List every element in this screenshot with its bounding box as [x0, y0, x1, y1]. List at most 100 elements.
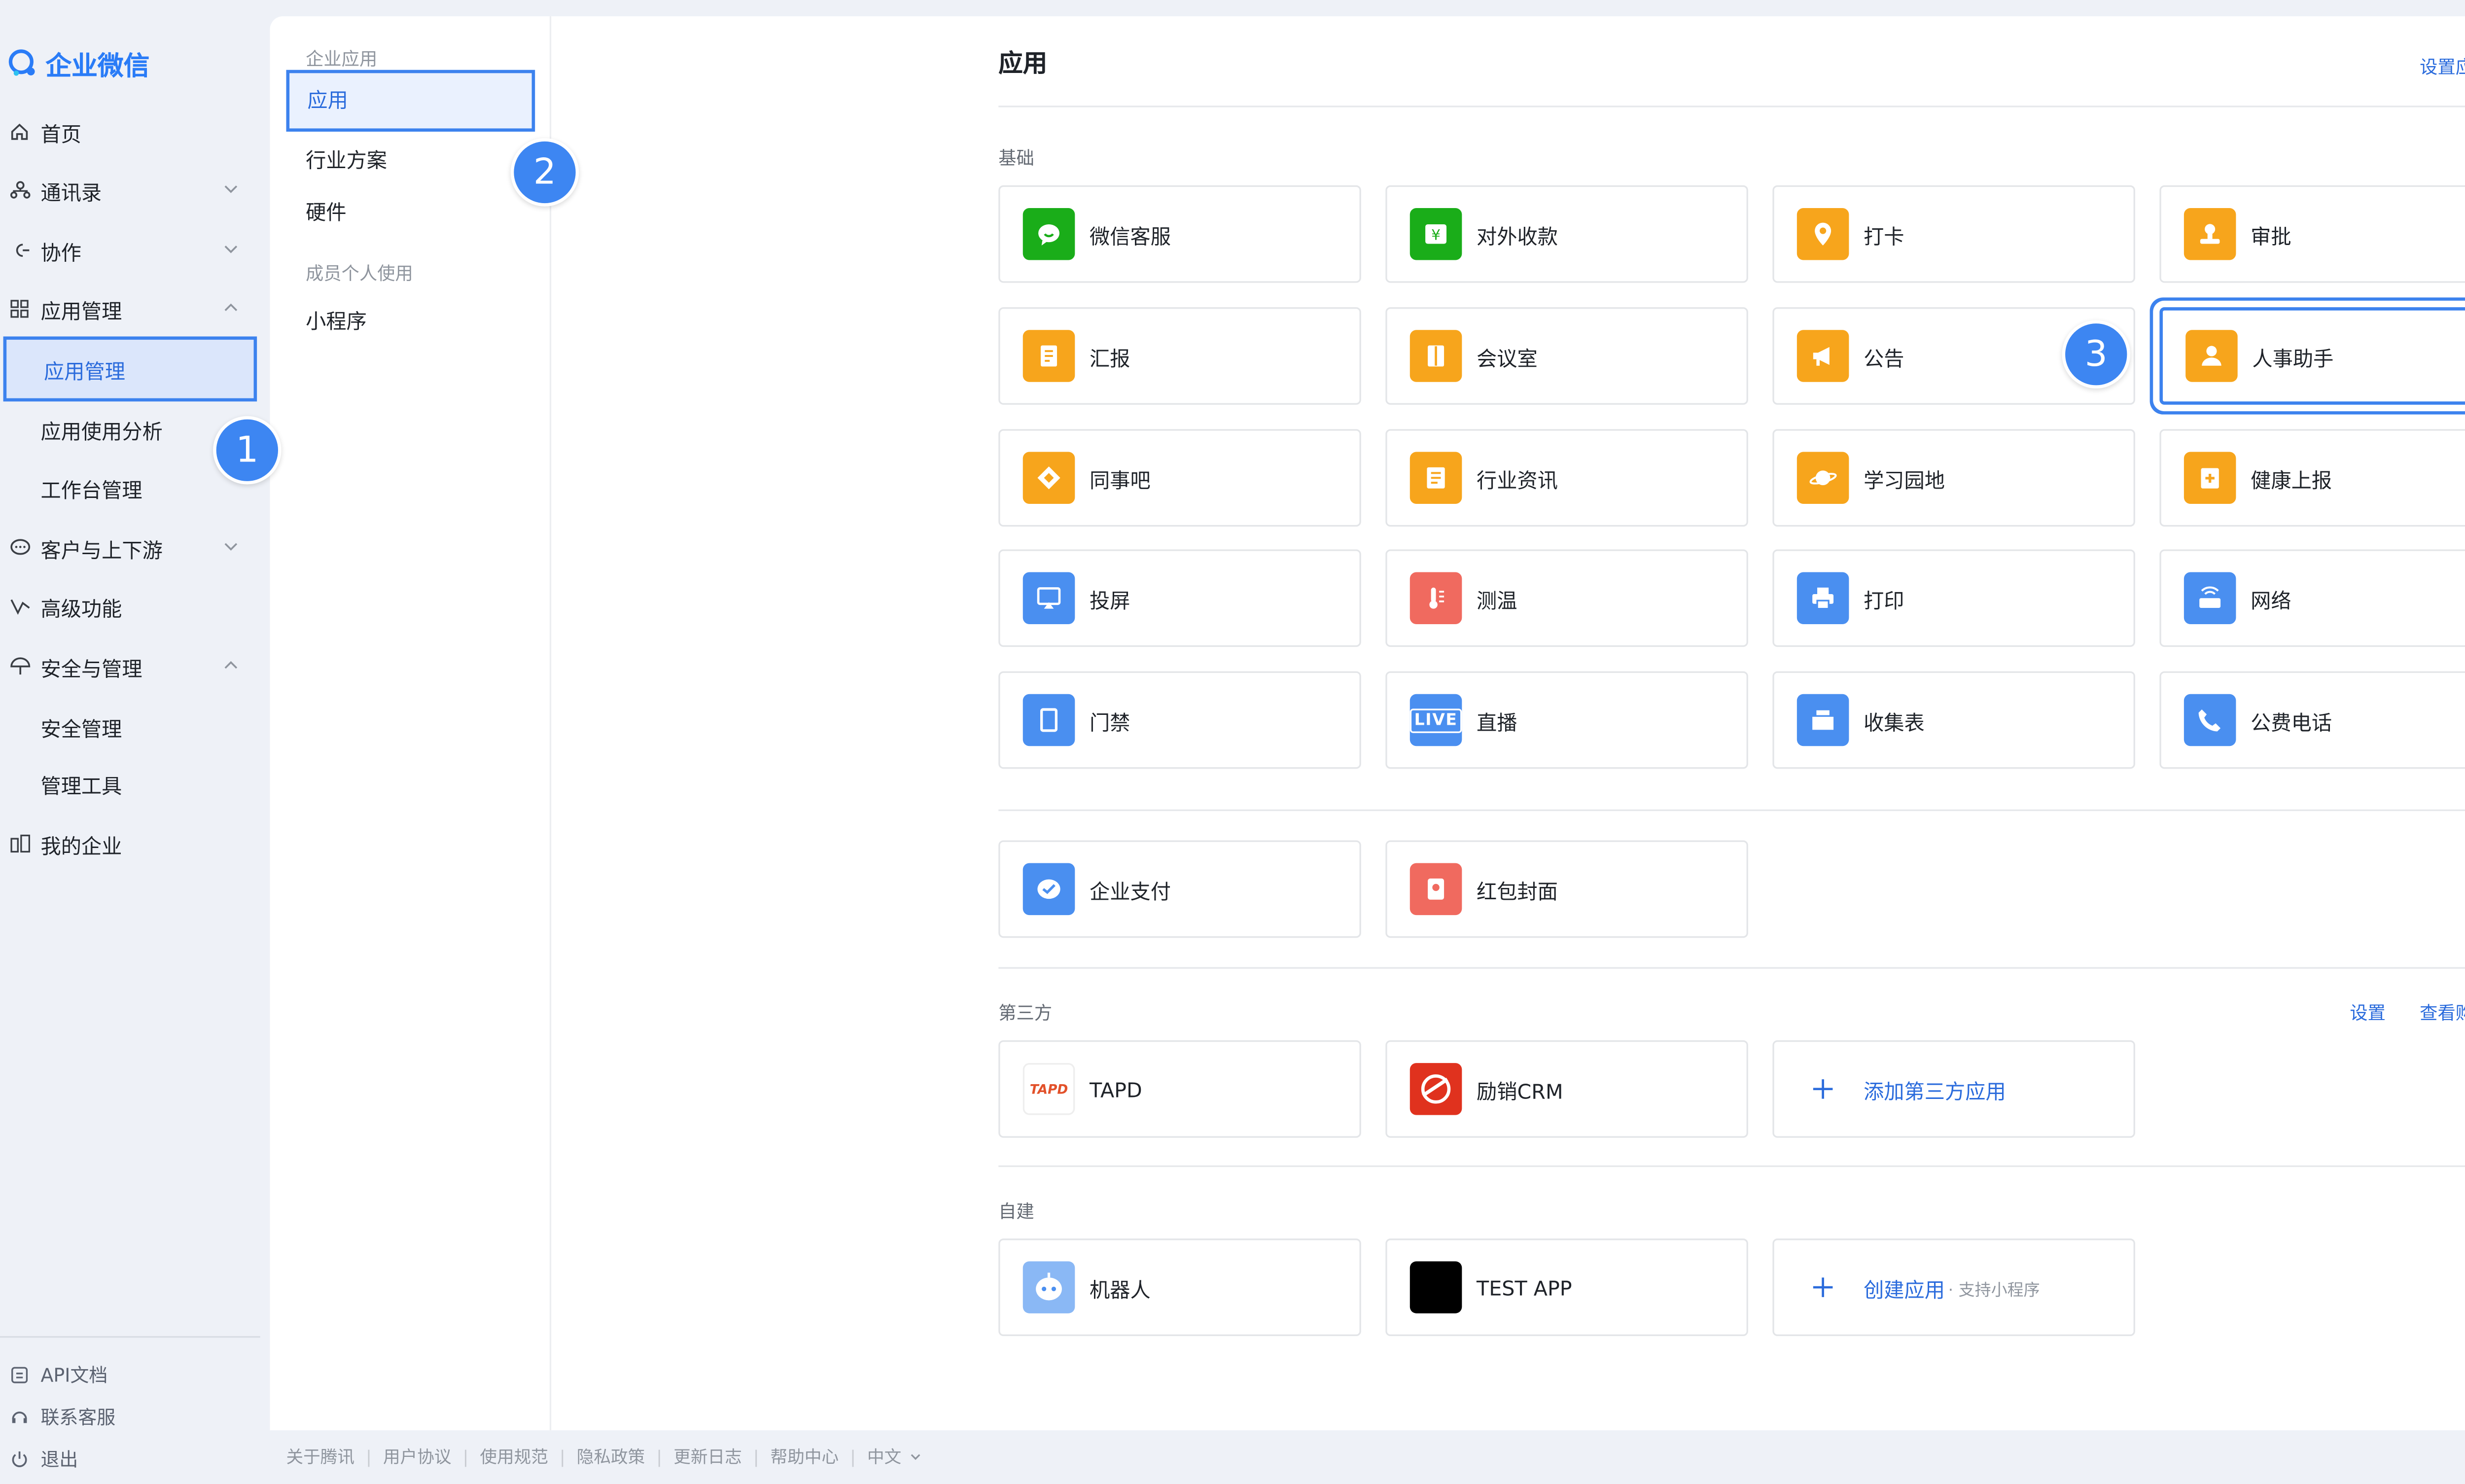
- api-doc-icon: [10, 1365, 30, 1385]
- footer-link[interactable]: 用户协议: [383, 1445, 452, 1469]
- footer-link[interactable]: 使用规范: [480, 1445, 548, 1469]
- sidebar-item-12[interactable]: 我的企业: [0, 816, 260, 871]
- app-card[interactable]: 创建应用 · 支持小程序: [1772, 1238, 2135, 1336]
- sidebar-bottom-item-1[interactable]: 联系客服: [0, 1400, 115, 1436]
- app-card-label: 门禁: [1089, 709, 1130, 734]
- footer-link[interactable]: 关于腾讯: [286, 1445, 355, 1469]
- subnav-item-miniprogram[interactable]: 小程序: [306, 304, 367, 335]
- subnav-item-apps[interactable]: 应用: [286, 70, 535, 132]
- footer-separator: |: [462, 1447, 469, 1467]
- sidebar-item-4[interactable]: 应用管理: [3, 336, 257, 402]
- tapd-logo-icon: TAPD: [1022, 1063, 1075, 1115]
- sidebar-item-7[interactable]: 客户与上下游: [0, 520, 260, 575]
- app-card[interactable]: 微信客服: [998, 185, 1361, 283]
- view-orders-link[interactable]: 查看购买订单: [2420, 1000, 2465, 1026]
- sidebar-item-0[interactable]: 首页: [0, 104, 260, 159]
- sidebar-item-10[interactable]: 安全管理: [0, 699, 260, 754]
- third-party-settings-link[interactable]: 设置: [2350, 1000, 2386, 1026]
- app-card-label: 直播: [1477, 709, 1517, 734]
- svg-text:¥: ¥: [1431, 226, 1441, 243]
- wechat-service-icon: [1022, 208, 1075, 260]
- footer-link[interactable]: 隐私政策: [577, 1445, 645, 1469]
- sidebar-item-label: 客户与上下游: [40, 537, 163, 562]
- home-icon: [8, 120, 31, 143]
- sidebar-item-3[interactable]: 应用管理: [0, 281, 260, 336]
- app-card[interactable]: TEST APP: [1385, 1238, 1748, 1336]
- app-card[interactable]: 打卡: [1772, 185, 2135, 283]
- app-card[interactable]: 机器人: [998, 1238, 1361, 1336]
- app-card[interactable]: 行业资讯: [1385, 429, 1748, 527]
- app-card-label: TEST APP: [1477, 1275, 1572, 1300]
- sidebar-item-8[interactable]: 高级功能: [0, 579, 260, 634]
- app-card[interactable]: 公费电话: [2159, 671, 2465, 769]
- footer-link[interactable]: 更新日志: [673, 1445, 742, 1469]
- chevron-up-icon[interactable]: [221, 655, 241, 675]
- app-card-label: 投屏: [1089, 587, 1130, 612]
- sidebar-bottom-label: 联系客服: [40, 1406, 116, 1429]
- app-card-label: 对外收款: [1477, 223, 1558, 248]
- app-card[interactable]: 会议室: [1385, 307, 1748, 405]
- sidebar-item-label: 应用管理: [44, 358, 126, 383]
- app-card[interactable]: 网络: [2159, 549, 2465, 647]
- app-card[interactable]: 人事助手: [2159, 307, 2465, 405]
- sidebar-item-1[interactable]: 通讯录: [0, 163, 260, 218]
- app-card-label: TAPD: [1089, 1077, 1142, 1101]
- chevron-down-icon[interactable]: [221, 536, 241, 556]
- chevron-up-icon[interactable]: [221, 297, 241, 317]
- hr-assistant-icon: [2185, 330, 2238, 382]
- app-card[interactable]: 红包封面: [1385, 840, 1748, 938]
- app-card[interactable]: LIVE 直播: [1385, 671, 1748, 769]
- section-label-third-party: 第三方: [998, 1003, 1053, 1024]
- sidebar-item-11[interactable]: 管理工具: [0, 756, 260, 811]
- footer-link[interactable]: 帮助中心: [771, 1445, 839, 1469]
- sub-navigation: 企业应用 应用 行业方案 硬件 成员个人使用 小程序: [270, 16, 552, 1431]
- sidebar-bottom-item-2[interactable]: 退出: [0, 1442, 78, 1478]
- sidebar-bottom-item-0[interactable]: API文档: [0, 1357, 107, 1393]
- app-card[interactable]: 门禁: [998, 671, 1361, 769]
- sidebar-item-label: 应用使用分析: [40, 418, 163, 443]
- sidebar-item-9[interactable]: 安全与管理: [0, 639, 260, 694]
- app-card-label: 同事吧: [1089, 467, 1151, 492]
- health-report-icon: [2183, 452, 2236, 504]
- app-card[interactable]: 励销CRM: [1385, 1040, 1748, 1138]
- app-card-label: 公告: [1864, 345, 1904, 370]
- app-card[interactable]: 收集表: [1772, 671, 2135, 769]
- app-card[interactable]: ¥ 对外收款: [1385, 185, 1748, 283]
- sidebar-item-2[interactable]: 协作: [0, 223, 260, 278]
- subnav-item-industry[interactable]: 行业方案: [306, 143, 387, 174]
- live-stream-icon: LIVE: [1409, 694, 1463, 746]
- app-card[interactable]: 学习园地: [1772, 429, 2135, 527]
- access-door-icon: [1022, 694, 1075, 746]
- building-icon: [8, 832, 31, 855]
- app-card[interactable]: 汇报: [998, 307, 1361, 405]
- app-card-label: 行业资讯: [1477, 467, 1558, 492]
- app-card[interactable]: 打印: [1772, 549, 2135, 647]
- section-divider: [998, 1165, 2465, 1167]
- app-card[interactable]: 添加第三方应用: [1772, 1040, 2135, 1138]
- app-card[interactable]: 健康上报: [2159, 429, 2465, 527]
- footer-links: 关于腾讯 | 用户协议 | 使用规范 | 隐私政策 | 更新日志 | 帮助中心 | 中文: [286, 1445, 923, 1469]
- location-pin-icon: [1796, 208, 1849, 260]
- app-black-icon: [1409, 1261, 1462, 1313]
- robot-icon: [1022, 1261, 1075, 1313]
- footer-link[interactable]: 中文: [867, 1445, 901, 1469]
- app-card[interactable]: 投屏: [998, 549, 1361, 647]
- chevron-down-icon[interactable]: [910, 1448, 922, 1467]
- app-card-label: 健康上报: [2251, 467, 2332, 492]
- app-card[interactable]: 企业支付: [998, 840, 1361, 938]
- app-card-label: 汇报: [1089, 345, 1130, 370]
- subnav-group-personal: 成员个人使用: [306, 263, 413, 284]
- brand-logo[interactable]: 企业微信: [6, 44, 150, 83]
- contacts-icon: [8, 179, 31, 202]
- app-card[interactable]: 测温: [1385, 549, 1748, 647]
- app-card[interactable]: 审批: [2159, 185, 2465, 283]
- learning-planet-icon: [1796, 452, 1849, 504]
- subnav-item-hardware[interactable]: 硬件: [306, 195, 347, 226]
- network-router-icon: [2183, 572, 2236, 624]
- app-card[interactable]: 同事吧: [998, 429, 1361, 527]
- app-card-label: 测温: [1477, 587, 1517, 612]
- chevron-down-icon[interactable]: [221, 239, 241, 259]
- set-app-group-link[interactable]: 设置应用分组: [2420, 54, 2465, 80]
- app-card[interactable]: TAPD TAPD: [998, 1040, 1361, 1138]
- chevron-down-icon[interactable]: [221, 179, 241, 199]
